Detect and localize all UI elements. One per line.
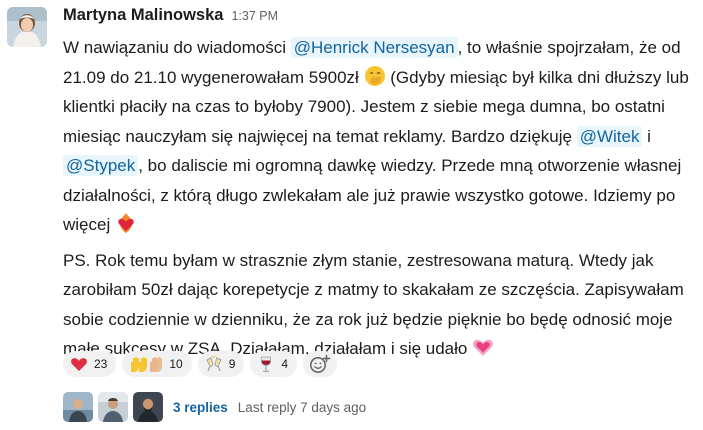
message-paragraph-2: PS. Rok temu byłam w strasznie złym stan… (63, 246, 695, 364)
reaction-heart[interactable]: 23 (63, 351, 117, 377)
raising-hands-icon (131, 356, 163, 372)
reaction-count: 10 (169, 357, 183, 371)
text-segment: i (642, 126, 651, 146)
mention-stypek[interactable]: @Stypek (63, 155, 139, 176)
heart-on-fire-emoji-icon (115, 212, 137, 234)
reaction-count: 9 (228, 357, 236, 371)
text-segment: , bo daliscie mi ogromną dawkę wiedzy. P… (63, 156, 682, 234)
hand-over-mouth-emoji-icon (364, 65, 386, 87)
author-avatar[interactable] (7, 7, 47, 47)
red-heart-icon (71, 358, 87, 371)
thread-participant-avatars (63, 392, 163, 422)
reaction-raising-hands[interactable]: 10 (122, 351, 192, 377)
text-segment: PS. Rok temu byłam w strasznie złym stan… (63, 250, 684, 359)
add-reaction-button[interactable] (303, 351, 338, 377)
thread-participant-avatar (98, 392, 128, 422)
reaction-wine-glass[interactable]: 4 (250, 351, 298, 377)
thread-replies-link[interactable]: 3 replies (173, 400, 228, 415)
message-paragraph-1: W nawiązaniu do wiadomości @Henrick Ners… (63, 33, 695, 240)
reaction-count: 23 (94, 357, 108, 371)
thread-participant-avatar (133, 392, 163, 422)
clinking-glasses-icon (206, 355, 222, 372)
message-body: W nawiązaniu do wiadomości @Henrick Ners… (63, 33, 695, 364)
mention-henrick[interactable]: @Henrick Nersesyan (290, 37, 458, 58)
author-name[interactable]: Martyna Malinowska (63, 6, 223, 25)
thread-participant-avatar (63, 392, 93, 422)
text-segment: W nawiązaniu do wiadomości (63, 38, 291, 57)
message-header: Martyna Malinowska 1:37 PM (63, 6, 278, 28)
growing-heart-emoji-icon (472, 336, 494, 358)
mention-witek[interactable]: @Witek (576, 125, 643, 147)
wine-glass-icon (261, 356, 272, 372)
reactions-bar: 23 10 9 4 (63, 351, 338, 377)
message-timestamp[interactable]: 1:37 PM (231, 9, 278, 23)
reaction-clinking-glasses[interactable]: 9 (197, 351, 245, 377)
thread-last-reply: Last reply 7 days ago (237, 399, 367, 415)
thread-summary[interactable]: 3 replies Last reply 7 days ago (63, 392, 366, 422)
reaction-count: 4 (281, 357, 289, 371)
add-reaction-icon (310, 354, 331, 373)
